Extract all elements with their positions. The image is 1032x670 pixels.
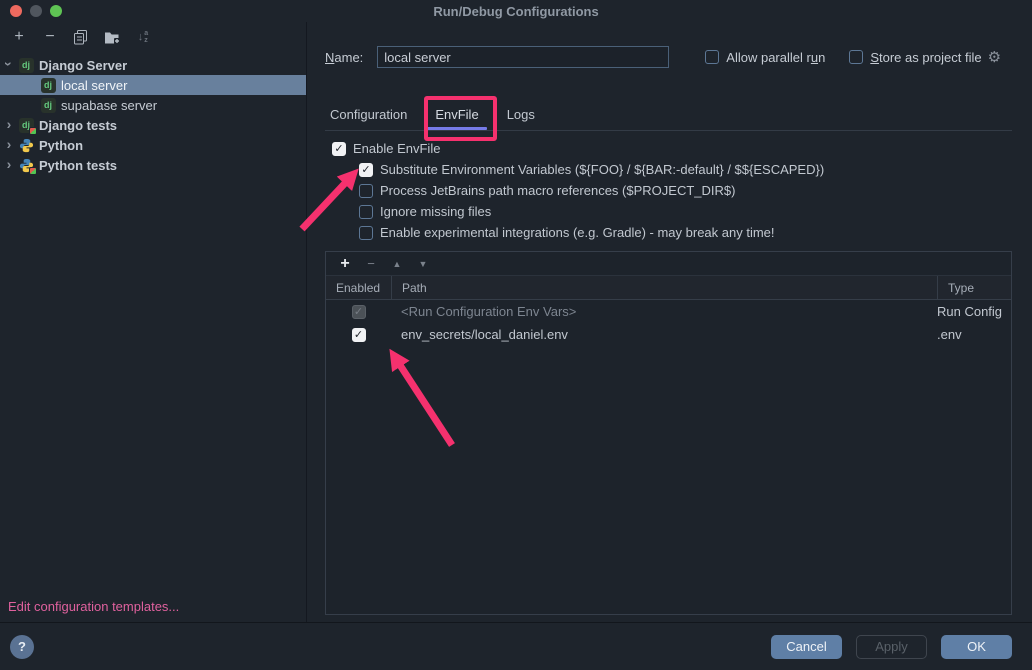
configuration-editor: Name: Allow parallel run Store as projec… bbox=[307, 22, 1032, 622]
configurations-tree: ›djDjango Serverdjlocal serverdjsupabase… bbox=[0, 55, 306, 175]
edit-configuration-templates-link[interactable]: Edit configuration templates... bbox=[8, 599, 179, 614]
store-as-project-file-option: Store as project file bbox=[849, 50, 981, 65]
tab-configuration[interactable]: Configuration bbox=[325, 107, 421, 130]
allow-parallel-run-checkbox[interactable] bbox=[705, 50, 719, 64]
tree-item-supabase-server[interactable]: dj supabase server bbox=[0, 95, 306, 115]
cell-type: .env bbox=[937, 327, 1011, 342]
python-tests-icon bbox=[18, 158, 34, 173]
window-title: Run/Debug Configurations bbox=[0, 4, 1032, 19]
name-label: Name: bbox=[325, 50, 363, 65]
option-checkbox[interactable]: ✓ bbox=[332, 142, 346, 156]
option-ignore-missing-files: Ignore missing files bbox=[325, 201, 1012, 222]
title-bar: Run/Debug Configurations bbox=[0, 0, 1032, 22]
allow-parallel-run-label: Allow parallel run bbox=[726, 50, 825, 65]
env-file-row[interactable]: ✓ env_secrets/local_daniel.env.env bbox=[326, 323, 1011, 346]
tree-item-label: Python tests bbox=[39, 158, 117, 173]
option-checkbox[interactable]: ✓ bbox=[359, 163, 373, 177]
apply-button[interactable]: Apply bbox=[856, 635, 927, 659]
tab-logs[interactable]: Logs bbox=[493, 107, 549, 130]
tree-item-python[interactable]: › Python bbox=[0, 135, 306, 155]
option-label: Substitute Environment Variables (${FOO}… bbox=[380, 162, 824, 177]
option-label: Ignore missing files bbox=[380, 204, 491, 219]
name-row: Name: Allow parallel run Store as projec… bbox=[325, 46, 1012, 68]
env-file-row[interactable]: ✓ <Run Configuration Env Vars>Run Config bbox=[326, 300, 1011, 323]
option-enable-envfile: ✓ Enable EnvFile bbox=[325, 138, 1012, 159]
chevron-collapsed-icon[interactable]: › bbox=[0, 116, 18, 132]
tree-item-local-server[interactable]: dj local server bbox=[0, 75, 306, 95]
dialog-footer: ? Cancel Apply OK bbox=[0, 623, 1032, 670]
move-down-row-button: ▼ bbox=[416, 259, 430, 269]
add-row-button[interactable]: + bbox=[338, 255, 352, 273]
store-settings-gear-icon[interactable]: ⚙ bbox=[988, 48, 1001, 66]
test-badge-icon bbox=[29, 167, 37, 175]
sidebar-toolbar: +− ↓az bbox=[0, 22, 306, 52]
django-tests-icon: dj bbox=[18, 118, 34, 133]
move-up-row-button: ▲ bbox=[390, 259, 404, 269]
add-button[interactable]: + bbox=[10, 28, 28, 46]
django-icon: dj bbox=[40, 98, 56, 113]
remove-row-button: − bbox=[364, 256, 378, 271]
python-icon bbox=[18, 138, 34, 153]
configuration-tabs: ConfigurationEnvFileLogs bbox=[325, 105, 1012, 130]
run-debug-configurations-dialog: Run/Debug Configurations +−↓az ›djDjango… bbox=[0, 0, 1032, 670]
option-enable-experimental-integrations: Enable experimental integrations (e.g. G… bbox=[325, 222, 1012, 243]
tree-item-django-server[interactable]: ›dj Django Server bbox=[0, 55, 306, 75]
envfile-tab-panel: ✓ Enable EnvFile ✓ Substitute Environment V… bbox=[325, 130, 1012, 622]
test-badge-icon bbox=[29, 127, 37, 135]
name-input[interactable] bbox=[377, 46, 669, 68]
env-files-header: EnabledPathType bbox=[326, 276, 1011, 300]
cell-type: Run Config bbox=[937, 304, 1011, 319]
tree-item-label: supabase server bbox=[61, 98, 157, 113]
option-checkbox[interactable] bbox=[359, 184, 373, 198]
tree-item-label: Django Server bbox=[39, 58, 127, 73]
cancel-button[interactable]: Cancel bbox=[771, 635, 842, 659]
tree-item-python-tests[interactable]: › Python tests bbox=[0, 155, 306, 175]
option-label: Process JetBrains path macro references … bbox=[380, 183, 735, 198]
configurations-sidebar: +−↓az ›djDjango Serverdjlocal serverdjsu… bbox=[0, 22, 307, 622]
tree-item-django-tests[interactable]: ›dj Django tests bbox=[0, 115, 306, 135]
allow-parallel-run-option: Allow parallel run bbox=[705, 50, 825, 65]
chevron-expanded-icon[interactable]: › bbox=[1, 55, 17, 73]
store-as-project-file-label: Store as project file bbox=[870, 50, 981, 65]
option-checkbox[interactable] bbox=[359, 205, 373, 219]
row-enabled-checkbox[interactable]: ✓ bbox=[352, 328, 366, 342]
sort-configurations-button: ↓az bbox=[134, 28, 152, 46]
env-files-toolbar: +− ▲ ▼ bbox=[326, 252, 1011, 276]
option-label: Enable EnvFile bbox=[353, 141, 440, 156]
column-header-type: Type bbox=[937, 276, 1011, 299]
store-as-project-file-checkbox[interactable] bbox=[849, 50, 863, 64]
copy-configuration-button[interactable] bbox=[72, 28, 90, 46]
option-checkbox[interactable] bbox=[359, 226, 373, 240]
tab-envfile[interactable]: EnvFile bbox=[421, 107, 492, 130]
help-button[interactable]: ? bbox=[10, 635, 34, 659]
cell-path: <Run Configuration Env Vars> bbox=[391, 304, 937, 319]
chevron-collapsed-icon[interactable]: › bbox=[0, 136, 18, 152]
remove-button[interactable]: − bbox=[41, 28, 59, 46]
tree-item-label: local server bbox=[61, 78, 127, 93]
column-header-enabled: Enabled bbox=[326, 276, 391, 299]
env-files-table: +− ▲ ▼ EnabledPathType ✓ <Run Configuration… bbox=[325, 251, 1012, 615]
envfile-options: ✓ Enable EnvFile ✓ Substitute Environment V… bbox=[325, 138, 1012, 243]
cell-enabled: ✓ bbox=[326, 328, 391, 342]
chevron-collapsed-icon[interactable]: › bbox=[0, 156, 18, 172]
option-label: Enable experimental integrations (e.g. G… bbox=[380, 225, 775, 240]
new-folder-button[interactable] bbox=[103, 28, 121, 46]
env-files-rows: ✓<Run Configuration Env Vars>Run Config✓… bbox=[326, 300, 1011, 346]
option-process-jetbrains-path: Process JetBrains path macro references … bbox=[325, 180, 1012, 201]
tree-item-label: Django tests bbox=[39, 118, 117, 133]
django-icon: dj bbox=[18, 58, 34, 73]
tree-item-label: Python bbox=[39, 138, 83, 153]
column-header-path: Path bbox=[391, 276, 937, 299]
option-substitute-environment-variables: ✓ Substitute Environment Variables (${FOO… bbox=[325, 159, 1012, 180]
row-enabled-checkbox: ✓ bbox=[352, 305, 366, 319]
dialog-body: +−↓az ›djDjango Serverdjlocal serverdjsu… bbox=[0, 22, 1032, 623]
ok-button[interactable]: OK bbox=[941, 635, 1012, 659]
cell-path: env_secrets/local_daniel.env bbox=[391, 327, 937, 342]
django-icon: dj bbox=[40, 78, 56, 93]
cell-enabled: ✓ bbox=[326, 305, 391, 319]
